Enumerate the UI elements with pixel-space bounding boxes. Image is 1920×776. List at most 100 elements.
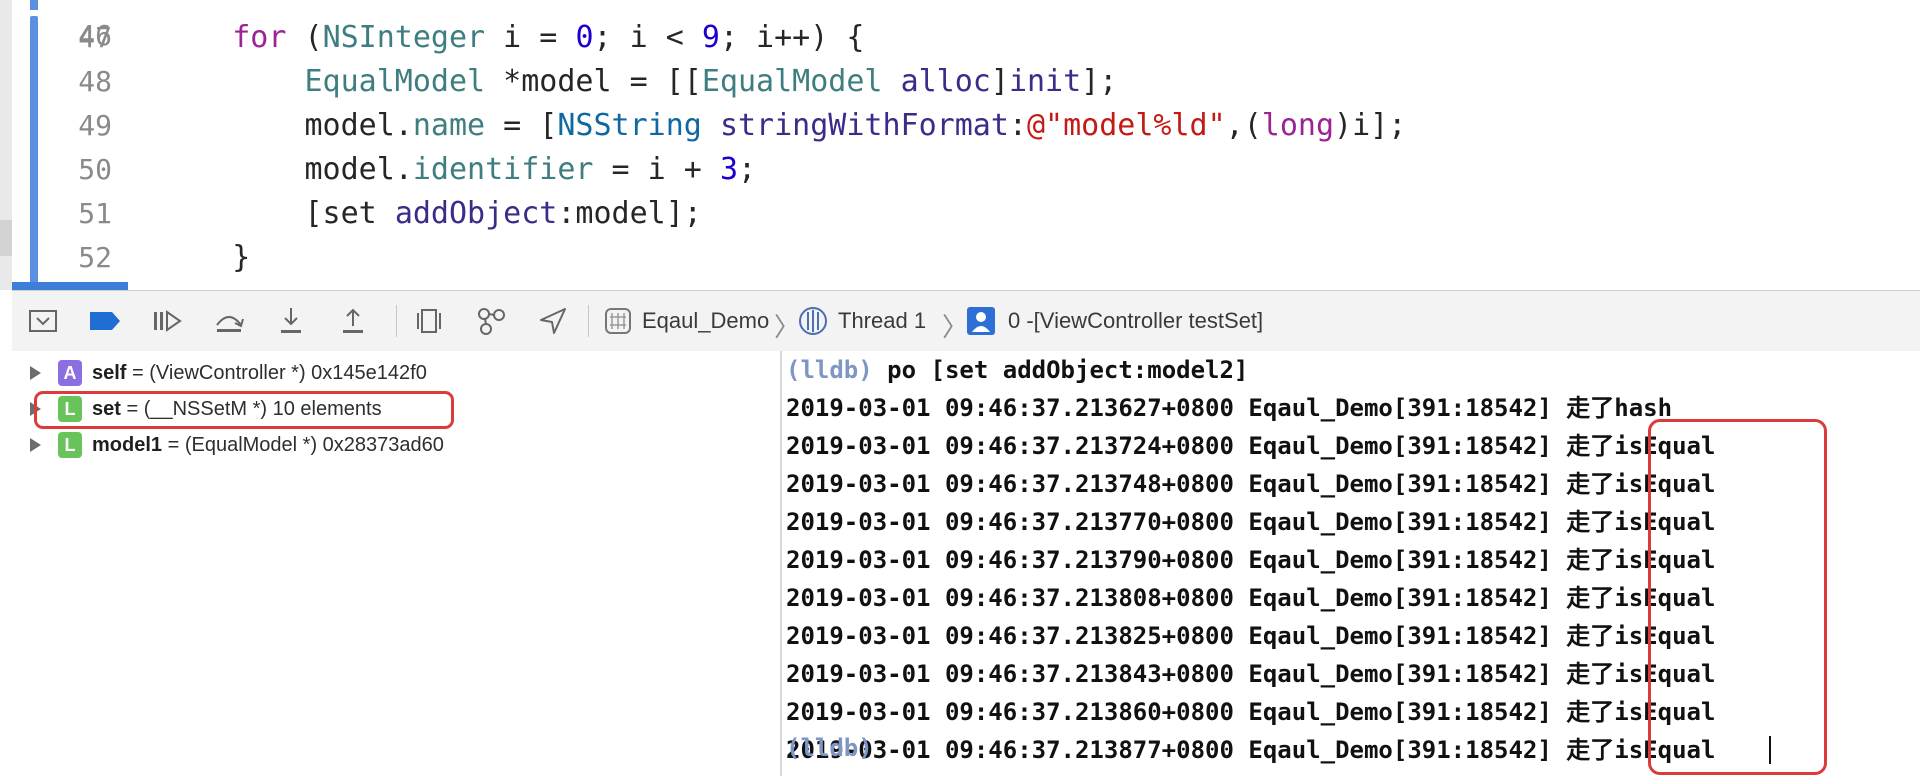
- xcode-debug-window: 46 47 for (NSInteger i = 0; i < 9; i++) …: [0, 0, 1920, 776]
- code-token: *model = [[: [485, 64, 702, 99]
- code-line: 51 [set addObject:model];: [0, 192, 1920, 236]
- variable-row-self[interactable]: Aself = (ViewController *) 0x145e142f0: [12, 355, 780, 391]
- breakpoint-shape: [90, 312, 120, 330]
- log-timestamp: 2019-03-01 09:46:37.213790+0800: [786, 546, 1234, 574]
- console-log-line: 2019-03-01 09:46:37.213877+0800 Eqaul_De…: [786, 731, 1715, 769]
- log-process: Eqaul_Demo[391:18542]: [1248, 432, 1552, 460]
- log-process: Eqaul_Demo[391:18542]: [1248, 736, 1552, 764]
- view-debugger-icon: [417, 309, 441, 333]
- console-trailing-prompt: (lldb): [786, 729, 873, 767]
- variable-name-text: model1: [92, 434, 163, 456]
- code-line: 49 model.name = [NSString stringWithForm…: [0, 104, 1920, 148]
- code-token: EqualModel: [304, 64, 486, 99]
- variable-name: self = (ViewController *) 0x145e142f0: [92, 355, 427, 391]
- breadcrumb-separator-icon: 〉: [774, 313, 801, 343]
- hide-debug-area-button[interactable]: [26, 305, 60, 337]
- code-token: long: [1261, 108, 1335, 143]
- code-line: 47 for (NSInteger i = 0; i < 9; i++) {: [0, 16, 1920, 60]
- disclosure-triangle-icon[interactable]: [30, 366, 41, 380]
- breakpoints-toggle-icon: [90, 312, 120, 330]
- console-log-line: 2019-03-01 09:46:37.213748+0800 Eqaul_De…: [786, 465, 1715, 503]
- console-log-line: 2019-03-01 09:46:37.213770+0800 Eqaul_De…: [786, 503, 1715, 541]
- code-token: addObject: [394, 196, 558, 231]
- breadcrumb-app[interactable]: Eqaul_Demo: [604, 291, 769, 351]
- isequal-highlight-annotation: [1648, 419, 1827, 775]
- code-text: for (NSInteger i = 0; i < 9; i++) {: [160, 16, 864, 60]
- code-token: model.: [160, 108, 413, 143]
- code-token: 3: [719, 152, 738, 187]
- debug-console[interactable]: (lldb) po [set addObject:model2] 2019-03…: [782, 351, 1920, 776]
- continue-button[interactable]: [150, 305, 184, 337]
- memory-graph-icon: [478, 308, 505, 335]
- simulate-location-icon: [540, 308, 566, 334]
- breakpoints-toggle-button[interactable]: [88, 305, 122, 337]
- code-token: ; i++) {: [719, 20, 865, 55]
- source-editor[interactable]: 46 47 for (NSInteger i = 0; i < 9; i++) …: [0, 0, 1920, 290]
- log-process: Eqaul_Demo[391:18542]: [1248, 546, 1552, 574]
- line-number: 49: [78, 109, 112, 142]
- log-timestamp: 2019-03-01 09:46:37.213860+0800: [786, 698, 1234, 726]
- log-process: Eqaul_Demo[391:18542]: [1248, 622, 1552, 650]
- code-token: i =: [485, 20, 576, 55]
- disclosure-triangle-icon[interactable]: [30, 438, 41, 452]
- step-out-button[interactable]: [336, 305, 370, 337]
- code-token: ;: [738, 152, 757, 187]
- app-target-icon: [605, 308, 631, 334]
- toolbar-divider: [396, 305, 397, 337]
- code-line: 52 }: [0, 236, 1920, 280]
- line-number: 51: [78, 197, 112, 230]
- step-into-button[interactable]: [274, 305, 308, 337]
- variables-view: Aself = (ViewController *) 0x145e142f0 Ls…: [12, 351, 780, 776]
- breadcrumb-thread[interactable]: Thread 1: [798, 291, 926, 351]
- code-token: = i +: [593, 152, 720, 187]
- line-number: 47: [78, 21, 112, 54]
- console-log-line: 2019-03-01 09:46:37.213627+0800 Eqaul_De…: [786, 389, 1672, 427]
- code-text: model.identifier = i + 3;: [160, 148, 756, 192]
- lldb-prompt: (lldb): [786, 356, 873, 384]
- log-timestamp: 2019-03-01 09:46:37.213627+0800: [786, 394, 1234, 422]
- variable-row-model1[interactable]: Lmodel1 = (EqualModel *) 0x28373ad60: [12, 427, 780, 463]
- console-command: po [set addObject:model2]: [872, 356, 1249, 384]
- line-number: 48: [78, 65, 112, 98]
- code-text: [set addObject:model];: [160, 192, 701, 236]
- text-cursor: [1769, 736, 1771, 764]
- code-token: ; i <: [593, 20, 702, 55]
- lldb-prompt: (lldb): [786, 734, 873, 762]
- log-timestamp: 2019-03-01 09:46:37.213748+0800: [786, 470, 1234, 498]
- current-line-indicator: [12, 282, 128, 290]
- variable-value: = (EqualModel *) 0x28373ad60: [162, 434, 444, 456]
- code-line-partial: 46: [0, 0, 1920, 52]
- argument-variable-badge-icon: A: [58, 360, 82, 386]
- variable-name: model1 = (EqualModel *) 0x28373ad60: [92, 427, 444, 463]
- console-log-line: 2019-03-01 09:46:37.213790+0800 Eqaul_De…: [786, 541, 1715, 579]
- code-token: ,(: [1225, 108, 1262, 143]
- thread-icon: [799, 307, 827, 335]
- set-highlight-annotation: [34, 391, 454, 429]
- log-timestamp: 2019-03-01 09:46:37.213808+0800: [786, 584, 1234, 612]
- memory-graph-button[interactable]: [474, 305, 508, 337]
- code-line: 50 model.identifier = i + 3;: [0, 148, 1920, 192]
- step-over-button[interactable]: [212, 305, 246, 337]
- variable-name-text: self: [92, 362, 127, 384]
- local-variable-badge-icon: L: [58, 432, 82, 458]
- breadcrumb-frame-label: 0 -[ViewController testSet]: [1008, 308, 1264, 333]
- code-token: name: [412, 108, 486, 143]
- code-token: identifier: [412, 152, 594, 187]
- log-process: Eqaul_Demo[391:18542]: [1248, 508, 1552, 536]
- code-token: for: [232, 20, 287, 55]
- log-process: Eqaul_Demo[391:18542]: [1248, 470, 1552, 498]
- log-timestamp: 2019-03-01 09:46:37.213770+0800: [786, 508, 1234, 536]
- continue-icon: [154, 310, 182, 332]
- code-token: @"model%ld": [1026, 108, 1226, 143]
- line-number: 52: [78, 241, 112, 274]
- simulate-location-button[interactable]: [536, 305, 570, 337]
- view-debugger-button[interactable]: [412, 305, 446, 337]
- log-message: 走了hash: [1566, 394, 1673, 422]
- log-process: Eqaul_Demo[391:18542]: [1248, 584, 1552, 612]
- console-log-line: 2019-03-01 09:46:37.213843+0800 Eqaul_De…: [786, 655, 1715, 693]
- breadcrumb-frame[interactable]: 0 -[ViewController testSet]: [966, 291, 1263, 351]
- code-token: 9: [701, 20, 720, 55]
